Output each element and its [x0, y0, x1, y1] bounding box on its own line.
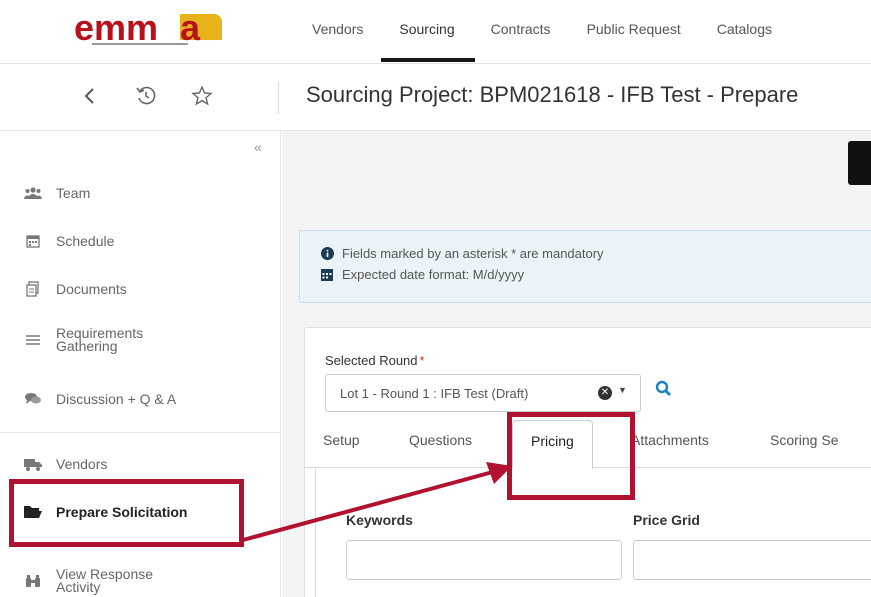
annotation-arrow: [242, 462, 512, 542]
